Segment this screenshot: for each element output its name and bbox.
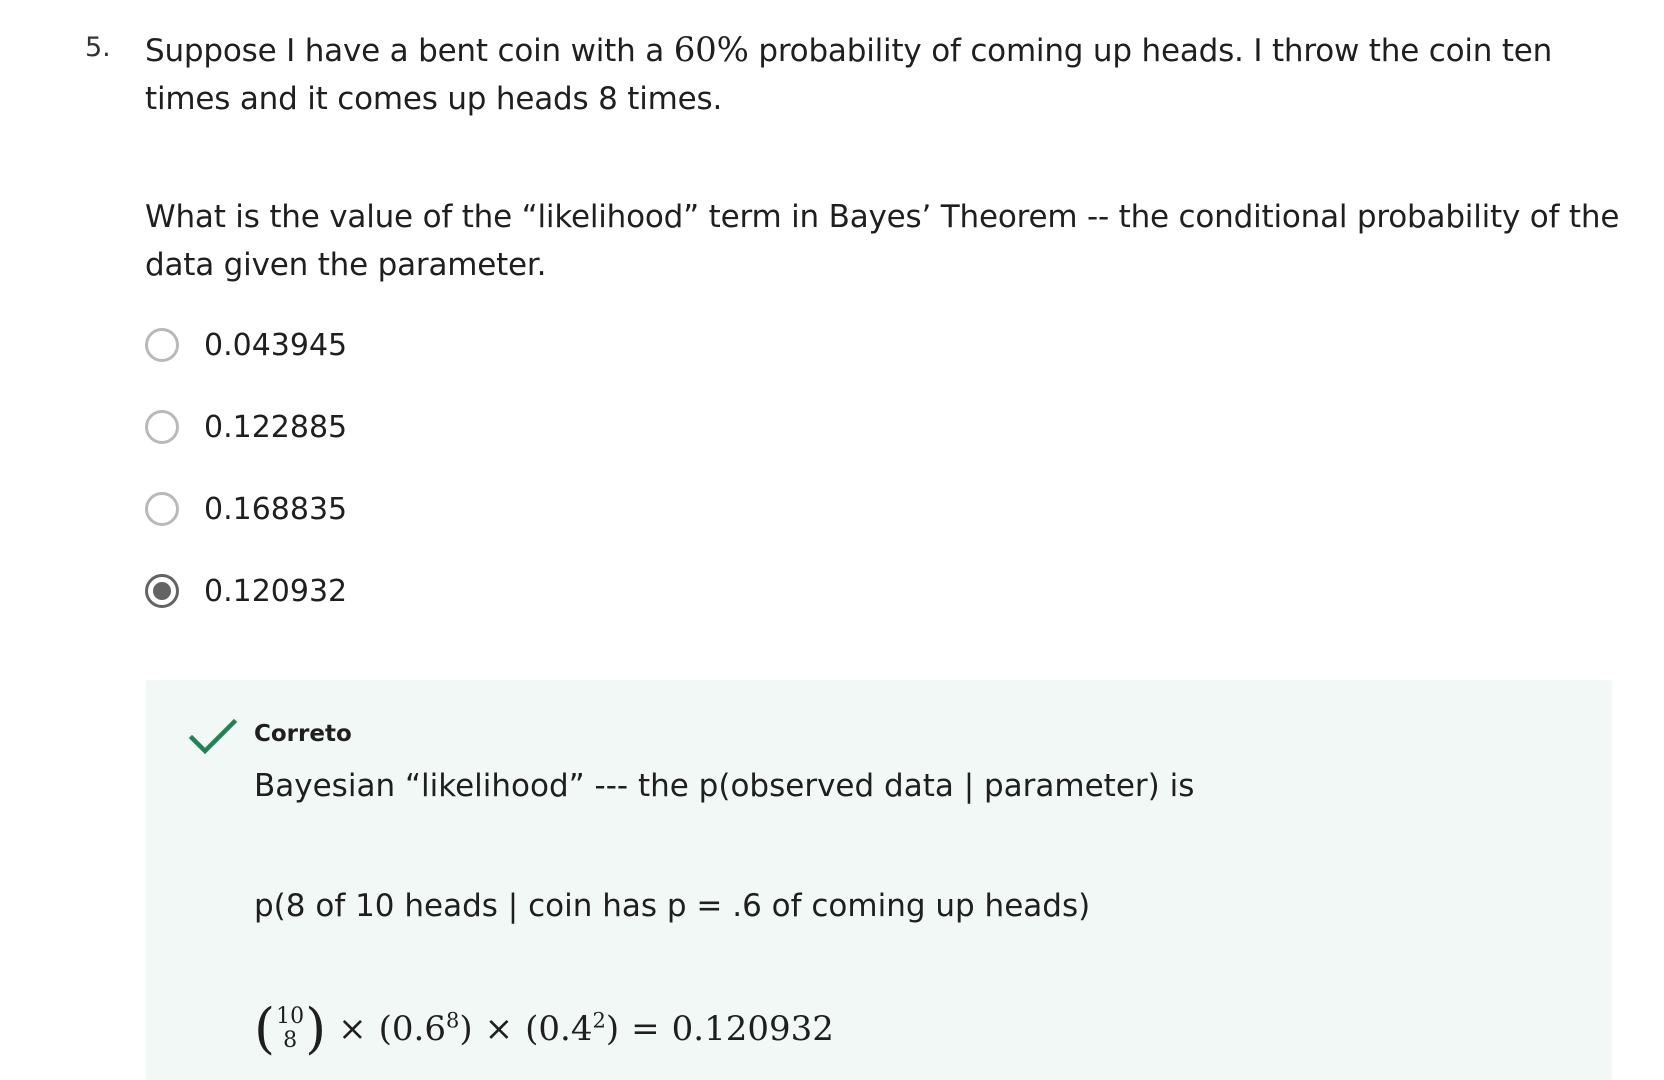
answer-option-label: 0.168835	[204, 491, 348, 527]
prompt-math-percent: 60%	[673, 30, 749, 70]
answer-option-4[interactable]: 0.120932	[145, 570, 347, 612]
answer-option-label: 0.122885	[204, 409, 348, 445]
feedback-status: Correto	[254, 721, 352, 747]
question-number: 5.	[85, 32, 111, 63]
formula-term-1: (0.68)	[379, 1009, 473, 1049]
times-operator: ×	[484, 1009, 514, 1049]
term-1-base: (0.6	[378, 1009, 446, 1049]
feedback-panel: Correto Bayesian “likelihood” --- the p(…	[146, 680, 1612, 1080]
times-operator: ×	[338, 1009, 367, 1049]
formula-term-2: (0.42)	[525, 1009, 619, 1049]
answer-option-1[interactable]: 0.043945	[145, 324, 347, 366]
term-1-exponent: 8	[446, 1008, 460, 1033]
term-2-close: )	[605, 1009, 620, 1049]
paren-close: )	[305, 997, 327, 1060]
question-prompt: Suppose I have a bent coin with a 60% pr…	[145, 26, 1625, 123]
binomial-k: 8	[283, 1028, 298, 1053]
feedback-formula: ( 10 8 ) × (0.68) × (0.42) = 0.120932	[254, 1002, 834, 1056]
paren-open: (	[254, 997, 276, 1060]
checkmark-icon	[188, 718, 238, 755]
prompt-text-start: Suppose I have a bent coin with a	[145, 33, 674, 69]
answer-option-2[interactable]: 0.122885	[145, 406, 347, 448]
radio-button-3[interactable]	[145, 492, 179, 526]
answer-options: 0.043945 0.122885 0.168835 0.120932	[145, 324, 347, 652]
feedback-explanation: Bayesian “likelihood” --- the p(observed…	[254, 768, 1195, 804]
binomial-coefficient: ( 10 8 )	[254, 1002, 326, 1056]
answer-option-label: 0.043945	[204, 327, 348, 363]
term-2-exponent: 2	[592, 1008, 606, 1033]
term-1-close: )	[459, 1009, 473, 1049]
feedback-likelihood-expression: p(8 of 10 heads | coin has p = .6 of com…	[254, 888, 1091, 924]
radio-button-2[interactable]	[145, 410, 179, 444]
radio-button-1[interactable]	[145, 328, 179, 362]
binomial-stack: 10 8	[276, 1005, 304, 1053]
equals-operator: =	[631, 1009, 660, 1049]
term-2-base: (0.4	[525, 1009, 593, 1049]
question-subprompt: What is the value of the “likelihood” te…	[145, 199, 1620, 283]
answer-option-label: 0.120932	[204, 573, 348, 609]
radio-button-4-selected[interactable]	[145, 574, 179, 608]
binomial-n: 10	[276, 1004, 305, 1029]
answer-option-3[interactable]: 0.168835	[145, 488, 347, 530]
formula-result: 0.120932	[671, 1009, 834, 1049]
